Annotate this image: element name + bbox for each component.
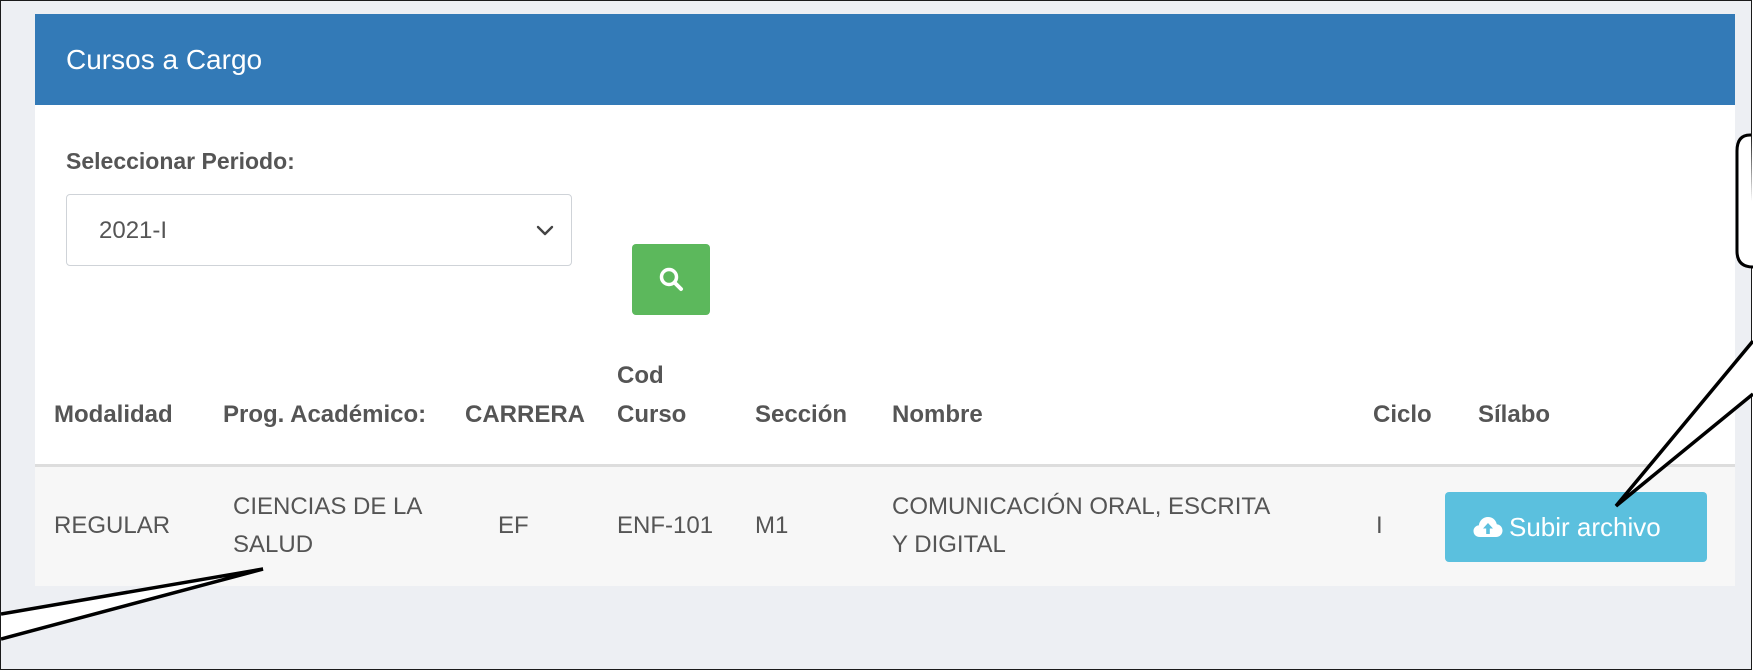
cell-carrera: EF: [498, 512, 529, 539]
cell-programa-1: CIENCIAS DE LA: [233, 493, 423, 520]
cell-modalidad: REGULAR: [54, 512, 171, 539]
callout-box: [1735, 133, 1753, 269]
screenshot-frame: Cursos a Cargo Seleccionar Periodo: 2021…: [0, 0, 1753, 670]
cloud-upload-icon: [1473, 517, 1503, 537]
cell-cod-curso: ENF-101: [617, 512, 714, 539]
cell-nombre-1: COMUNICACIÓN ORAL, ESCRITA: [892, 493, 1271, 520]
cell-seccion: M1: [755, 512, 789, 539]
cell-ciclo: I: [1376, 512, 1383, 539]
cell-programa-2: SALUD: [233, 531, 314, 558]
courses-table-body: REGULAR CIENCIAS DE LA SALUD EF ENF-101 …: [35, 14, 1735, 586]
cell-nombre-2: Y DIGITAL: [892, 531, 1006, 558]
upload-button-label: Subir archivo: [1509, 512, 1661, 542]
upload-file-button[interactable]: Subir archivo: [1445, 492, 1707, 562]
